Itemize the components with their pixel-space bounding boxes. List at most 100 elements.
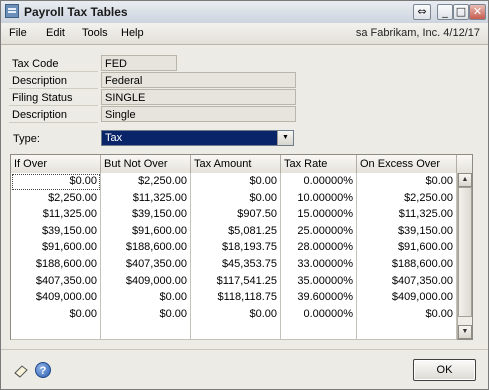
cell-tax-rate[interactable]: 33.00000% [281, 256, 357, 274]
dropdown-arrow-icon[interactable]: ▼ [277, 131, 293, 145]
table-row[interactable]: $91,600.00 $188,600.00 $18,193.75 28.00000%… [11, 239, 457, 258]
cell-if-over[interactable]: $409,000.00 [11, 289, 101, 308]
scroll-down-icon[interactable]: ▼ [458, 325, 472, 339]
title-bar[interactable]: Payroll Tax Tables ⇔ _ □ ✕ [1, 1, 488, 24]
table-row[interactable]: $11,325.00 $39,150.00 $907.50 15.00000% $11,… [11, 206, 457, 225]
vertical-scrollbar[interactable]: ▲ ▼ [457, 173, 472, 339]
table-row[interactable]: $407,350.00 $409,000.00 $117,541.25 35.0000… [11, 272, 457, 291]
column-header-on-excess-over[interactable]: On Excess Over [357, 155, 457, 173]
cell-but-not-over[interactable] [101, 322, 191, 341]
window-title: Payroll Tax Tables [24, 5, 128, 19]
tax-code-label: Tax Code [9, 56, 98, 72]
cell-but-not-over[interactable]: $0.00 [101, 289, 191, 308]
cell-on-excess-over[interactable]: $0.00 [357, 173, 457, 191]
filing-status-value: SINGLE [101, 89, 296, 105]
payroll-tax-tables-window: Payroll Tax Tables ⇔ _ □ ✕ File Edit Too… [0, 0, 489, 390]
cell-tax-amount[interactable]: $117,541.25 [191, 272, 281, 291]
cell-if-over[interactable]: $0.00 [11, 173, 101, 191]
cell-tax-amount[interactable]: $0.00 [191, 173, 281, 191]
restore-layout-button[interactable]: ⇔ [413, 4, 431, 20]
cell-but-not-over[interactable]: $188,600.00 [101, 239, 191, 258]
cell-but-not-over[interactable]: $409,000.00 [101, 272, 191, 291]
cell-on-excess-over[interactable] [357, 322, 457, 341]
table-row[interactable]: $0.00 $0.00 $0.00 0.00000% $0.00 [11, 305, 457, 324]
cell-if-over[interactable]: $0.00 [11, 305, 101, 324]
cell-on-excess-over[interactable]: $11,325.00 [357, 206, 457, 225]
cell-tax-amount[interactable]: $118,118.75 [191, 289, 281, 308]
grid-header: If Over But Not Over Tax Amount Tax Rate… [11, 155, 472, 174]
table-row[interactable]: $409,000.00 $0.00 $118,118.75 39.60000% $409… [11, 289, 457, 308]
cell-but-not-over[interactable]: $39,150.00 [101, 206, 191, 225]
column-header-tax-amount[interactable]: Tax Amount [191, 155, 281, 173]
cell-on-excess-over[interactable]: $407,350.00 [357, 272, 457, 291]
menu-tools[interactable]: Tools [82, 27, 108, 39]
cell-tax-rate[interactable]: 25.00000% [281, 222, 357, 241]
cell-but-not-over[interactable]: $91,600.00 [101, 222, 191, 241]
menu-bar: File Edit Tools Help sa Fabrikam, Inc. 4… [1, 23, 488, 45]
description-value: Federal [101, 72, 296, 88]
cell-but-not-over[interactable]: $0.00 [101, 305, 191, 324]
minimize-button[interactable]: _ [437, 4, 453, 20]
cell-tax-amount[interactable]: $0.00 [191, 305, 281, 324]
cell-tax-rate[interactable] [281, 322, 357, 341]
cell-but-not-over[interactable]: $11,325.00 [101, 189, 191, 208]
cell-if-over[interactable] [11, 322, 101, 341]
table-row[interactable] [11, 322, 457, 341]
cell-if-over[interactable]: $39,150.00 [11, 222, 101, 241]
cell-tax-rate[interactable]: 0.00000% [281, 305, 357, 324]
description-label: Description [9, 73, 98, 89]
cell-on-excess-over[interactable]: $2,250.00 [357, 189, 457, 208]
type-select[interactable]: Tax ▼ [101, 130, 294, 146]
menu-edit[interactable]: Edit [46, 27, 65, 39]
cell-tax-amount[interactable]: $5,081.25 [191, 222, 281, 241]
column-header-if-over[interactable]: If Over [11, 155, 101, 173]
cell-tax-rate[interactable]: 39.60000% [281, 289, 357, 308]
help-icon[interactable]: ? [35, 362, 51, 378]
tax-code-value: FED [101, 55, 177, 71]
menu-help[interactable]: Help [121, 27, 144, 39]
cell-on-excess-over[interactable]: $409,000.00 [357, 289, 457, 308]
status-description-label: Description [9, 107, 98, 123]
cell-if-over[interactable]: $91,600.00 [11, 239, 101, 258]
status-description-value: Single [101, 106, 296, 122]
column-header-tax-rate[interactable]: Tax Rate [281, 155, 357, 173]
cell-tax-rate[interactable]: 10.00000% [281, 189, 357, 208]
cell-on-excess-over[interactable]: $39,150.00 [357, 222, 457, 241]
cell-on-excess-over[interactable]: $91,600.00 [357, 239, 457, 258]
filing-status-label: Filing Status [9, 90, 98, 106]
cell-tax-rate[interactable]: 15.00000% [281, 206, 357, 225]
table-row[interactable]: $39,150.00 $91,600.00 $5,081.25 25.00000% $3… [11, 222, 457, 241]
type-label: Type: [13, 133, 40, 145]
table-row[interactable]: $2,250.00 $11,325.00 $0.00 10.00000% $2,250.… [11, 189, 457, 208]
cell-tax-amount[interactable]: $18,193.75 [191, 239, 281, 258]
cell-on-excess-over[interactable]: $0.00 [357, 305, 457, 324]
cell-tax-amount[interactable]: $45,353.75 [191, 256, 281, 274]
cell-tax-amount[interactable]: $0.00 [191, 189, 281, 208]
scroll-up-icon[interactable]: ▲ [458, 173, 472, 187]
cell-tax-rate[interactable]: 0.00000% [281, 173, 357, 191]
column-header-but-not-over[interactable]: But Not Over [101, 155, 191, 173]
window-app-icon [5, 4, 19, 18]
type-select-value: Tax [105, 132, 123, 144]
cell-tax-amount[interactable] [191, 322, 281, 341]
footer-bar: ? OK [1, 349, 488, 389]
close-button[interactable]: ✕ [469, 4, 486, 20]
cell-if-over[interactable]: $11,325.00 [11, 206, 101, 225]
cell-if-over[interactable]: $2,250.00 [11, 189, 101, 208]
cell-tax-rate[interactable]: 35.00000% [281, 272, 357, 291]
table-row[interactable]: $188,600.00 $407,350.00 $45,353.75 33.00000… [11, 256, 457, 274]
tax-table-grid: If Over But Not Over Tax Amount Tax Rate… [10, 154, 473, 341]
cell-but-not-over[interactable]: $407,350.00 [101, 256, 191, 274]
cell-if-over[interactable]: $407,350.00 [11, 272, 101, 291]
cell-on-excess-over[interactable]: $188,600.00 [357, 256, 457, 274]
table-row[interactable]: $0.00 $2,250.00 $0.00 0.00000% $0.00 [11, 173, 457, 191]
cell-but-not-over[interactable]: $2,250.00 [101, 173, 191, 191]
maximize-button[interactable]: □ [453, 4, 469, 20]
cell-if-over[interactable]: $188,600.00 [11, 256, 101, 274]
cell-tax-amount[interactable]: $907.50 [191, 206, 281, 225]
scroll-thumb[interactable] [458, 187, 472, 317]
cell-tax-rate[interactable]: 28.00000% [281, 239, 357, 258]
note-icon[interactable] [13, 364, 29, 378]
menu-file[interactable]: File [9, 27, 27, 39]
ok-button[interactable]: OK [413, 359, 476, 381]
